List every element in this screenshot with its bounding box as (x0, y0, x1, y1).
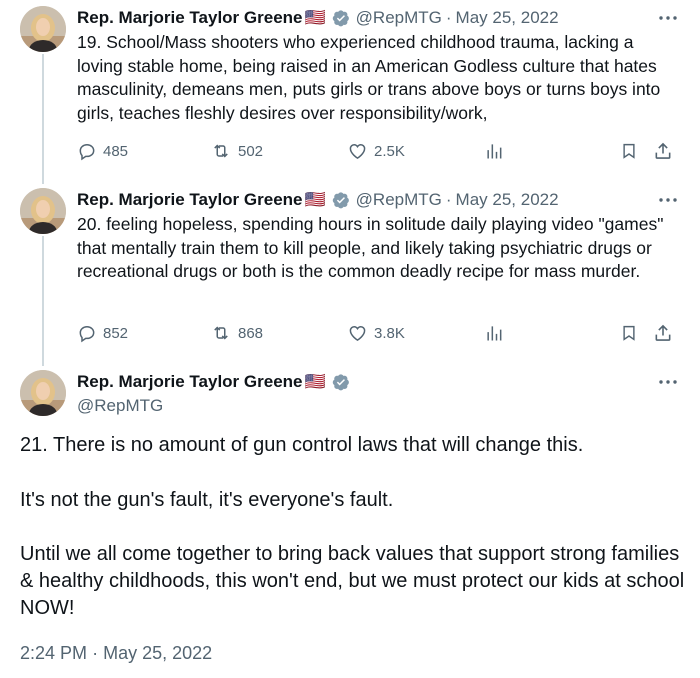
tweet-text: 20. feeling hopeless, spending hours in … (77, 214, 664, 281)
tweet-header: Rep. Marjorie Taylor Greene 🇺🇸 @RepMTG ·… (77, 189, 559, 211)
verified-badge-icon (332, 192, 349, 209)
retweet-count: 502 (238, 142, 264, 160)
heart-icon (349, 143, 366, 159)
share-icon (655, 142, 671, 159)
bookmark-button[interactable] (620, 140, 638, 162)
author-name[interactable]: Rep. Marjorie Taylor Greene (77, 190, 302, 210)
verified-badge-icon (332, 10, 349, 27)
us-flag-emoji: 🇺🇸 (304, 190, 326, 209)
bookmark-button[interactable] (620, 322, 638, 344)
like-button[interactable]: 3.8K (347, 322, 405, 344)
us-flag-emoji: 🇺🇸 (304, 372, 326, 391)
analytics-icon (487, 326, 502, 341)
tweet-header: Rep. Marjorie Taylor Greene 🇺🇸 (77, 372, 356, 392)
views-button[interactable] (484, 322, 504, 344)
avatar-image (20, 188, 66, 234)
author-name[interactable]: Rep. Marjorie Taylor Greene (77, 8, 302, 28)
retweet-button[interactable]: 868 (210, 322, 263, 344)
reply-icon (79, 325, 95, 343)
us-flag-emoji: 🇺🇸 (304, 8, 326, 27)
separator-dot: · (445, 190, 452, 209)
avatar[interactable] (20, 188, 66, 234)
more-options-icon[interactable] (656, 192, 680, 208)
share-button[interactable] (653, 140, 673, 162)
bookmark-icon (623, 143, 635, 159)
separator-dot: · (92, 643, 99, 663)
avatar-image (20, 6, 66, 52)
author-name[interactable]: Rep. Marjorie Taylor Greene (77, 372, 302, 392)
retweet-icon (214, 326, 228, 340)
retweet-count: 868 (238, 324, 264, 342)
tweet-actions: 852 868 3.8K (77, 322, 680, 344)
heart-icon (349, 325, 366, 341)
avatar-image (20, 370, 66, 416)
reply-button[interactable]: 485 (77, 140, 128, 162)
share-icon (655, 324, 671, 341)
reply-icon (79, 143, 95, 161)
tweet-paragraph: It's not the gun's fault, it's everyone'… (20, 489, 394, 511)
views-button[interactable] (484, 140, 504, 162)
thread-connector (42, 236, 44, 366)
tweet-header: Rep. Marjorie Taylor Greene 🇺🇸 @RepMTG ·… (77, 7, 559, 29)
tweet-date[interactable]: May 25, 2022 (456, 190, 559, 210)
tweet-text: 19. School/Mass shooters who experienced… (77, 32, 661, 123)
like-count: 3.8K (374, 324, 405, 342)
share-button[interactable] (653, 322, 673, 344)
more-options-icon[interactable] (656, 374, 680, 390)
author-handle[interactable]: @RepMTG (356, 190, 442, 210)
reply-button[interactable]: 852 (77, 322, 128, 344)
analytics-icon (487, 144, 502, 159)
tweet-paragraph: 21. There is no amount of gun control la… (20, 434, 584, 456)
tweet-date[interactable]: May 25, 2022 (456, 8, 559, 28)
retweet-button[interactable]: 502 (210, 140, 263, 162)
like-button[interactable]: 2.5K (347, 140, 405, 162)
author-handle[interactable]: @RepMTG (356, 8, 442, 28)
tweet-time: 2:24 PM (20, 643, 88, 663)
tweet-paragraph: Until we all come together to bring back… (20, 543, 685, 619)
tweet-thread: Rep. Marjorie Taylor Greene 🇺🇸 @RepMTG ·… (0, 0, 700, 678)
tweet-timestamp[interactable]: 2:24 PM · May 25, 2022 (20, 643, 212, 664)
avatar[interactable] (20, 370, 66, 416)
thread-connector (42, 54, 44, 184)
reply-count: 852 (103, 324, 129, 342)
tweet-date: May 25, 2022 (103, 643, 213, 663)
like-count: 2.5K (374, 142, 405, 160)
retweet-icon (214, 144, 228, 158)
author-handle[interactable]: @RepMTG (77, 396, 163, 416)
reply-count: 485 (103, 142, 129, 160)
bookmark-icon (623, 325, 635, 341)
avatar[interactable] (20, 6, 66, 52)
separator-dot: · (445, 8, 452, 27)
verified-badge-icon (332, 374, 349, 391)
more-options-icon[interactable] (656, 10, 680, 26)
tweet-actions: 485 502 2.5K (77, 140, 680, 162)
